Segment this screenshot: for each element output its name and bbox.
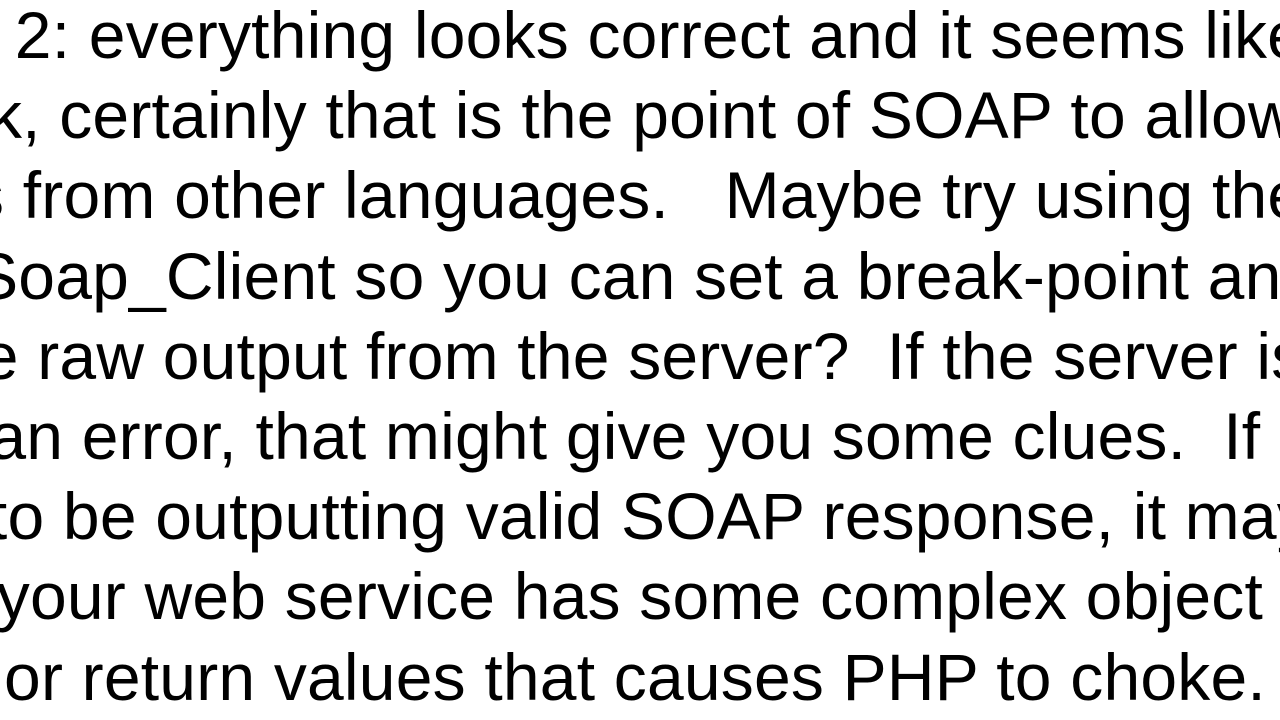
document-text: Answer 2: everything looks correct and i… [0, 0, 1280, 717]
